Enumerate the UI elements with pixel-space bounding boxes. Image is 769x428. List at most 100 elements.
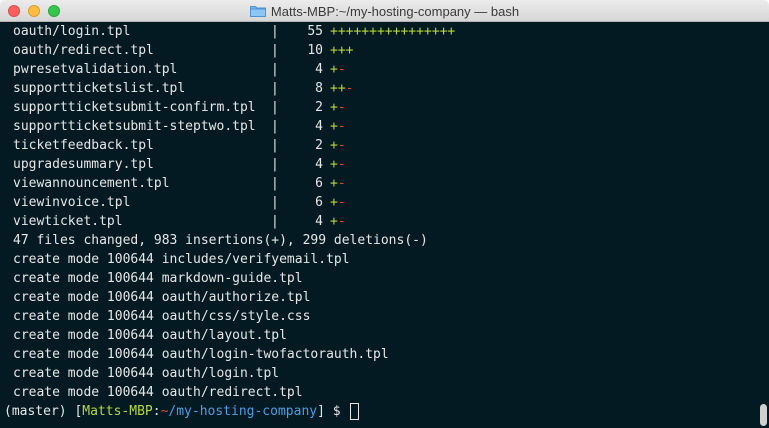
diffstat-file: pwresetvalidation.tpl [13,62,178,77]
diffstat-file: viewticket.tpl [13,214,123,229]
diffstat-row: viewannouncement.tpl | 6 +- [13,174,769,193]
diffstat-plus: + [330,195,338,210]
create-mode-line: create mode 100644 oauth/authorize.tpl [13,290,311,305]
prompt-line[interactable]: (master) [Matts-MBP:~/my-hosting-company… [4,402,360,421]
create-mode-line: create mode 100644 markdown-guide.tpl [13,271,303,286]
diffstat-minus: - [337,176,346,191]
diffstat-separator: | [271,119,279,134]
diffstat-file: oauth/login.tpl [13,24,131,39]
diffstat-separator: | [271,24,279,39]
diffstat-separator: | [271,214,279,229]
diffstat-row: ticketfeedback.tpl | 2 +- [13,136,769,155]
diffstat-file: viewannouncement.tpl [13,176,170,191]
diffstat-plus: ++ [330,81,346,96]
prompt-close-bracket: ] [317,404,325,419]
diffstat-row: supportticketslist.tpl | 8 ++- [13,79,769,98]
diffstat-file: oauth/redirect.tpl [13,43,154,58]
diffstat-bar: ++++++++++++++++ [330,22,455,41]
diffstat-file: upgradesummary.tpl [13,157,154,172]
create-mode-list: create mode 100644 includes/verifyemail.… [13,250,769,402]
diffstat-count: 4 [315,62,323,77]
prompt-colon: : [152,404,161,419]
diffstat-count: 10 [307,43,323,58]
diffstat-row: supportticketsubmit-steptwo.tpl | 4 +- [13,117,769,136]
diffstat-count: 2 [315,100,323,115]
diffstat-file: ticketfeedback.tpl [13,138,154,153]
diffstat-minus: - [337,119,346,134]
diffstat-minus: - [337,62,346,77]
diffstat-row: pwresetvalidation.tpl | 4 +- [13,60,769,79]
diffstat-count: 2 [315,138,323,153]
diffstat-count: 4 [315,119,323,134]
diffstat-bar: +++ [330,41,353,60]
diffstat-minus: - [337,214,346,229]
diffstat-bar: +- [330,60,346,79]
diffstat-count: 4 [315,214,323,229]
title-bar: Matts-MBP:~/my-hosting-company — bash [0,0,769,22]
folder-icon [249,5,266,17]
diffstat-count: 55 [307,24,323,39]
diffstat-minus: - [337,138,346,153]
diffstat-count: 6 [315,195,323,210]
diffstat-plus: + [330,214,338,229]
vertical-scrollbar[interactable] [760,404,767,426]
diffstat-file: supportticketsubmit-steptwo.tpl [13,119,256,134]
diffstat-bar: +- [330,136,346,155]
diffstat-row: viewinvoice.tpl | 6 +- [13,193,769,212]
create-mode-line: create mode 100644 oauth/css/style.css [13,309,311,324]
prompt-host: Matts-MBP [82,404,153,419]
diffstat-plus: + [330,100,338,115]
create-mode-line: create mode 100644 oauth/redirect.tpl [13,385,303,400]
diffstat-separator: | [271,100,279,115]
prompt-symbol: $ [332,404,341,419]
diffstat-bar: +- [330,155,346,174]
create-mode-line: create mode 100644 oauth/layout.tpl [13,328,287,343]
diffstat-bar: +- [330,193,346,212]
diffstat-file: supportticketsubmit-confirm.tpl [13,100,256,115]
diffstat-minus: - [345,81,354,96]
diffstat-file: viewinvoice.tpl [13,195,131,210]
diffstat-row: oauth/redirect.tpl | 10 +++ [13,41,769,60]
diffstat-row: oauth/login.tpl | 55 ++++++++++++++++ [13,22,769,41]
diffstat-separator: | [271,81,279,96]
diffstat-list: oauth/login.tpl | 55 ++++++++++++++++ oauth/… [13,22,769,231]
cursor [350,403,360,420]
diffstat-bar: +- [330,174,346,193]
diffstat-plus: ++++++++++++++++ [330,24,456,39]
diffstat-row: supportticketsubmit-confirm.tpl | 2 +- [13,98,769,117]
diffstat-separator: | [271,138,279,153]
window-title-area: Matts-MBP:~/my-hosting-company — bash [0,0,769,22]
diffstat-separator: | [271,176,279,191]
diffstat-count: 4 [315,157,323,172]
diffstat-plus: + [330,157,338,172]
diffstat-plus: +++ [330,43,354,58]
window-title: Matts-MBP:~/my-hosting-company — bash [270,3,520,19]
diffstat-separator: | [271,62,279,77]
diffstat-count: 8 [315,81,323,96]
diffstat-bar: +- [330,98,346,117]
diffstat-file: supportticketslist.tpl [13,81,186,96]
diffstat-plus: + [330,62,338,77]
diffstat-bar: ++- [330,79,353,98]
diffstat-bar: +- [330,212,346,231]
diffstat-plus: + [330,176,338,191]
diffstat-minus: - [337,157,346,172]
diffstat-separator: | [271,157,279,172]
diffstat-count: 6 [315,176,323,191]
prompt-branch: (master) [4,404,67,419]
terminal-content[interactable]: oauth/login.tpl | 55 ++++++++++++++++ oauth/… [0,22,769,428]
diffstat-minus: - [337,100,346,115]
diffstat-row: upgradesummary.tpl | 4 +- [13,155,769,174]
terminal-window: Matts-MBP:~/my-hosting-company — bash oa… [0,0,769,428]
diffstat-row: viewticket.tpl | 4 +- [13,212,769,231]
diffstat-bar: +- [330,117,346,136]
create-mode-line: create mode 100644 includes/verifyemail.… [13,252,350,267]
prompt-path: /my-hosting-company [168,404,318,419]
create-mode-line: create mode 100644 oauth/login.tpl [13,366,280,381]
diffstat-separator: | [271,43,279,58]
summary-line: 47 files changed, 983 insertions(+), 299… [13,233,428,248]
diffstat-plus: + [330,119,338,134]
create-mode-line: create mode 100644 oauth/login-twofactor… [13,347,389,362]
diffstat-separator: | [271,195,279,210]
diffstat-minus: - [337,195,346,210]
